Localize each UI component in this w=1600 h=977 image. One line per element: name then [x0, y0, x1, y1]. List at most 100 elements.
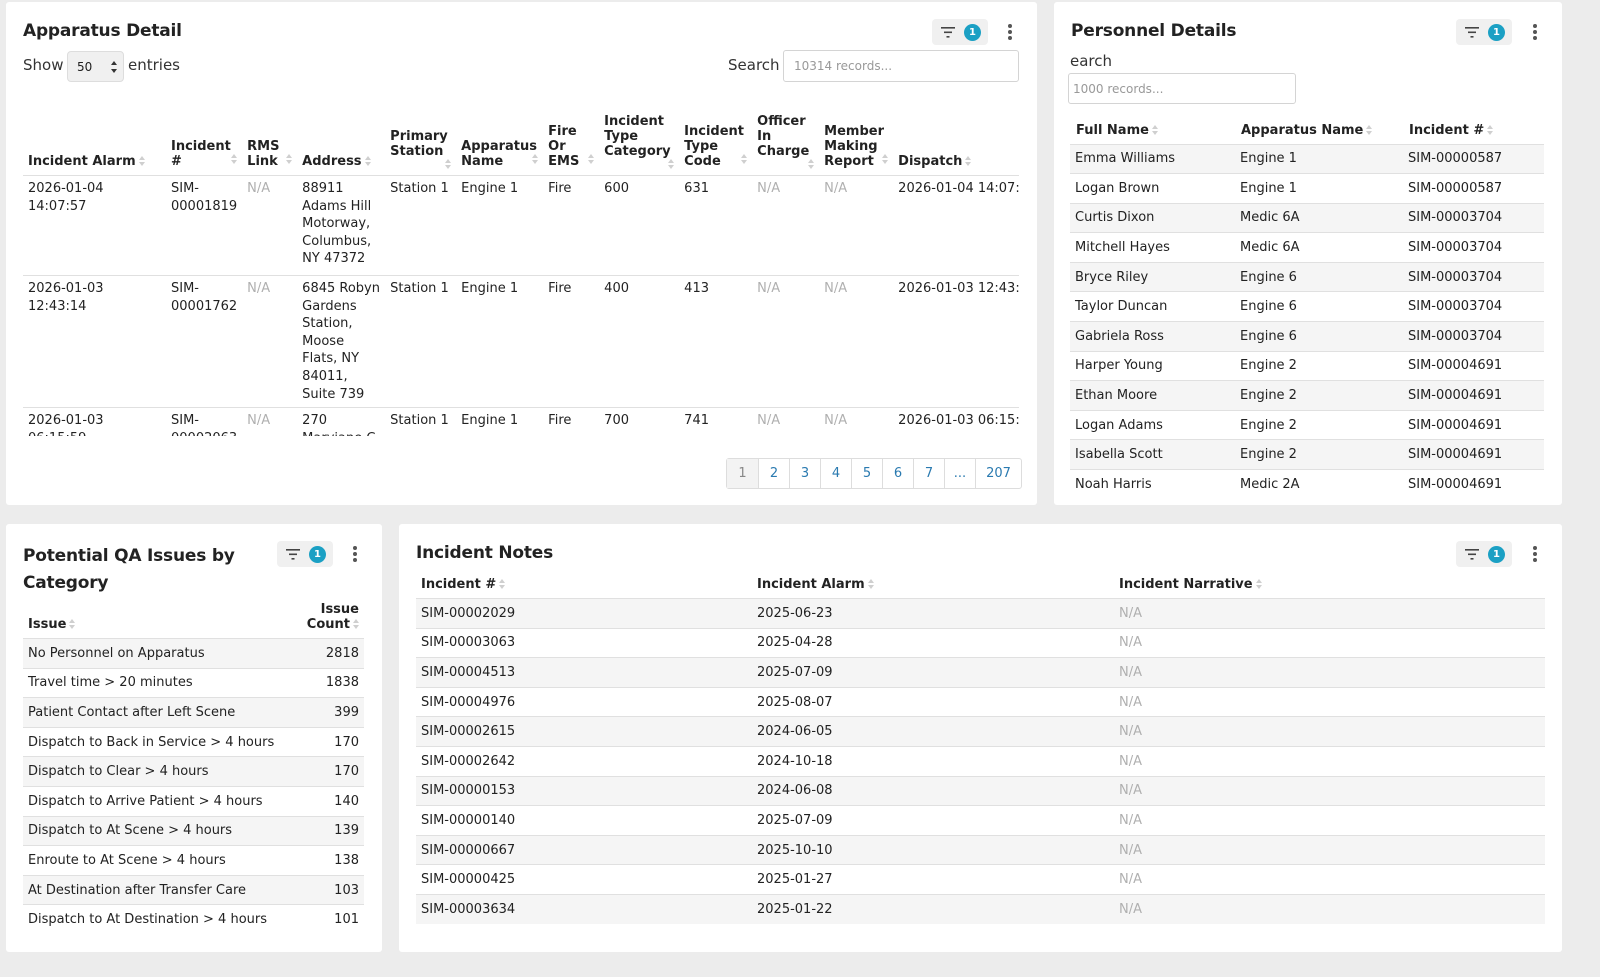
col-primary-station[interactable]: Primary Station [385, 114, 456, 176]
col-dispatch[interactable]: Dispatch [893, 114, 1019, 176]
sort-icon [588, 154, 595, 164]
col-incident-number[interactable]: Incident # [1403, 118, 1544, 144]
table-cell: Dispatch to At Scene > 4 hours [23, 815, 294, 846]
filter-button[interactable]: 1 [1456, 19, 1512, 45]
col-officer-in-charge[interactable]: Officer In Charge [752, 114, 819, 176]
table-cell: N/A [1114, 745, 1545, 777]
table-row: 2026-01-03 12:43:14 SIM-00001762 N/A 684… [23, 274, 1019, 408]
page-3[interactable]: 3 [789, 459, 820, 488]
more-options-icon[interactable] [1530, 543, 1540, 565]
col-incident-number[interactable]: Incident # [166, 114, 242, 176]
entries-select[interactable]: 50 [67, 51, 124, 82]
page-5[interactable]: 5 [851, 459, 882, 488]
more-options-icon[interactable] [350, 543, 360, 565]
page-4[interactable]: 4 [820, 459, 851, 488]
table-cell: No Personnel on Apparatus [23, 638, 294, 669]
filter-count-badge: 1 [964, 23, 981, 41]
filter-button[interactable]: 1 [932, 19, 988, 45]
col-apparatus-name[interactable]: Apparatus Name [456, 114, 543, 176]
table-row: No Personnel on Apparatus 2818 [23, 638, 364, 669]
table-cell: Isabella Scott [1070, 439, 1235, 470]
filter-button[interactable]: 1 [1456, 541, 1512, 567]
col-incident-narrative[interactable]: Incident Narrative [1114, 577, 1545, 599]
sort-icon [1487, 124, 1494, 135]
qa-issues-table: Issue Issue Count No Personnel on Apparat… [23, 602, 364, 935]
col-member-making-report[interactable]: Member Making Report [819, 114, 893, 176]
page-ellipsis: ... [944, 459, 975, 488]
table-cell: N/A [1114, 686, 1545, 717]
table-cell: N/A [1114, 775, 1545, 806]
table-cell: Mitchell Hayes [1070, 232, 1235, 263]
apparatus-search-input[interactable]: 10314 records... [783, 50, 1019, 82]
table-row: SIM-00004513 2025-07-09 N/A [416, 657, 1545, 688]
table-cell: SIM-00004691 [1403, 380, 1544, 411]
page-last[interactable]: 207 [975, 459, 1021, 488]
table-cell: SIM-00003704 [1403, 232, 1544, 263]
table-cell: 1838 [294, 667, 364, 698]
sort-icon [1366, 124, 1373, 135]
table-cell: Ethan Moore [1070, 380, 1235, 411]
col-incident-type-category[interactable]: Incident Type Category [599, 114, 679, 176]
table-cell: Harper Young [1070, 350, 1235, 381]
col-full-name[interactable]: Full Name [1070, 118, 1235, 144]
sort-icon [364, 156, 371, 166]
table-cell: SIM-00003704 [1403, 202, 1544, 233]
table-row: At Destination after Transfer Care 103 [23, 874, 364, 905]
col-incident-alarm[interactable]: Incident Alarm [23, 114, 166, 176]
table-row: SIM-00002615 2024-06-05 N/A [416, 716, 1545, 747]
more-options-icon[interactable] [1530, 21, 1540, 43]
table-cell: Logan Adams [1070, 409, 1235, 440]
col-issue[interactable]: Issue [23, 602, 294, 639]
page-1[interactable]: 1 [727, 459, 758, 488]
table-cell: SIM-00003704 [1403, 261, 1544, 292]
col-fire-or-ems[interactable]: Fire Or EMS [543, 114, 599, 176]
incident-notes-table: Incident # Incident Alarm Incident Narra… [416, 577, 1545, 925]
table-cell: N/A [1114, 716, 1545, 747]
table-cell: SIM-00004691 [1403, 350, 1544, 381]
sort-icon [445, 159, 452, 169]
col-incident-number[interactable]: Incident # [416, 577, 752, 599]
col-address[interactable]: Address [297, 114, 385, 176]
table-cell: Patient Contact after Left Scene [23, 697, 294, 728]
pagination: 1 2 3 4 5 6 7 ... 207 [726, 458, 1022, 489]
table-cell: Noah Harris [1070, 469, 1235, 500]
filter-count-badge: 1 [1488, 23, 1505, 41]
more-options-icon[interactable] [1005, 21, 1015, 43]
table-cell: 170 [294, 726, 364, 757]
table-cell: SIM-00004691 [1403, 409, 1544, 440]
col-incident-alarm[interactable]: Incident Alarm [752, 577, 1114, 599]
show-label: Show [23, 56, 64, 74]
page-2[interactable]: 2 [758, 459, 789, 488]
table-cell: 2024-10-18 [752, 745, 1114, 777]
sort-icon [1255, 579, 1262, 589]
personnel-search-input[interactable]: 1000 records... [1068, 73, 1296, 104]
table-cell: 2818 [294, 638, 364, 669]
filter-button[interactable]: 1 [277, 541, 333, 567]
table-row: Patient Contact after Left Scene 399 [23, 697, 364, 728]
col-issue-count[interactable]: Issue Count [294, 602, 364, 639]
table-cell: Taylor Duncan [1070, 291, 1235, 322]
table-cell: SIM-00003704 [1403, 291, 1544, 322]
table-row: SIM-00000425 2025-01-27 N/A [416, 864, 1545, 895]
incident-notes-title: Incident Notes [416, 543, 554, 563]
table-cell: Dispatch to At Destination > 4 hours [23, 904, 294, 935]
table-cell: SIM-00003634 [416, 893, 752, 925]
col-rms-link[interactable]: RMS Link [242, 114, 297, 176]
table-cell: 2025-04-28 [752, 627, 1114, 658]
col-apparatus-name[interactable]: Apparatus Name [1235, 118, 1403, 144]
page-6[interactable]: 6 [882, 459, 913, 488]
table-cell: 139 [294, 815, 364, 846]
table-cell: 2024-06-08 [752, 775, 1114, 806]
personnel-table: Full Name Apparatus Name Incident # Emma… [1070, 118, 1544, 500]
table-row: Enroute to At Scene > 4 hours 138 [23, 845, 364, 876]
page-7[interactable]: 7 [913, 459, 944, 488]
apparatus-detail-title: Apparatus Detail [23, 21, 182, 41]
table-cell: SIM-00003704 [1403, 321, 1544, 352]
table-cell: SIM-00002642 [416, 745, 752, 777]
table-cell: Emma Williams [1070, 143, 1235, 174]
table-cell: 399 [294, 697, 364, 728]
table-cell: N/A [1114, 627, 1545, 658]
table-cell: Dispatch to Back in Service > 4 hours [23, 726, 294, 757]
table-row: Travel time > 20 minutes 1838 [23, 667, 364, 698]
col-incident-type-code[interactable]: Incident Type Code [679, 114, 752, 176]
